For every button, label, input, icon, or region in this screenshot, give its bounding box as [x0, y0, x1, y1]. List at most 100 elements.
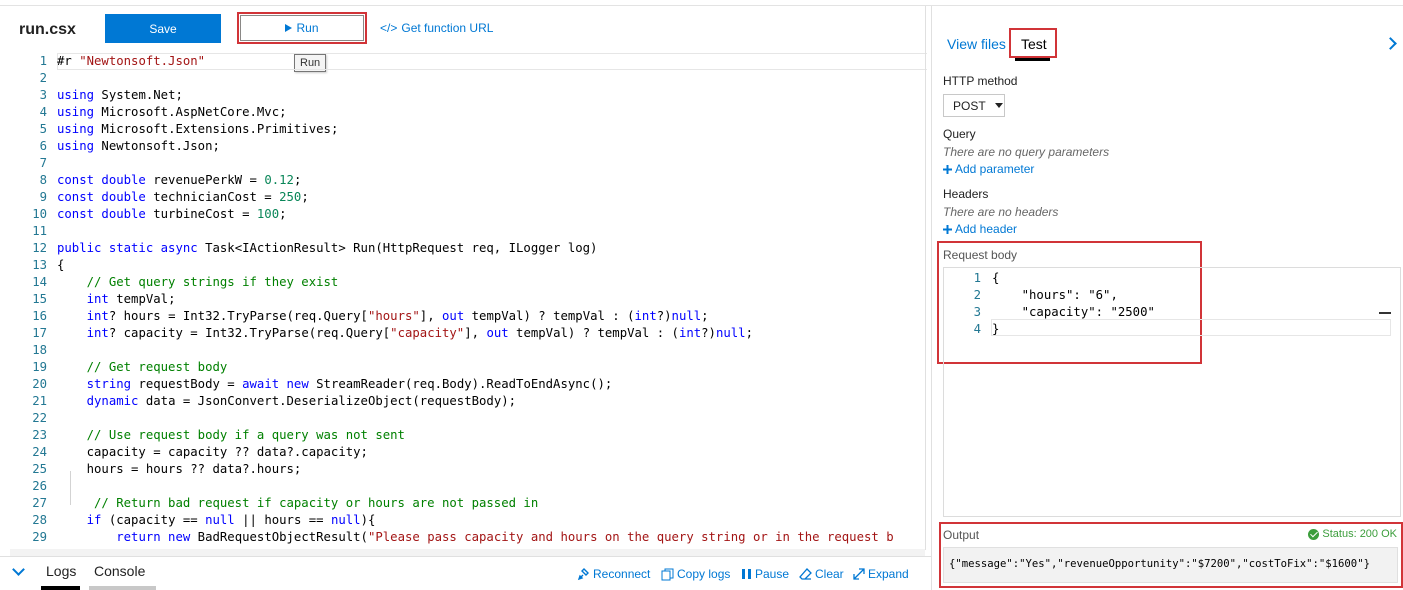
code-token: "capacity" — [390, 326, 465, 340]
caret-down-icon — [994, 103, 1003, 108]
line-number: 16 — [32, 309, 47, 323]
code-token: int — [86, 326, 109, 340]
line-number: 2 — [39, 71, 47, 85]
code-line: 16 int? hours = Int32.TryParse(req.Query… — [10, 308, 927, 325]
output-label: Output — [943, 528, 980, 542]
code-line: 8 const double revenuePerkW = 0.12; — [10, 172, 927, 189]
code-icon: </> — [380, 21, 398, 35]
tab-view-files[interactable]: View files — [947, 36, 1006, 52]
tab-console-underline — [89, 586, 156, 590]
code-text: #r "Newtonsoft.Json" — [57, 53, 205, 70]
reconnect-button[interactable]: Reconnect — [577, 567, 650, 581]
code-token: using — [57, 122, 95, 136]
code-token: null — [205, 513, 235, 527]
save-button[interactable]: Save — [105, 14, 221, 43]
code-text: using Newtonsoft.Json; — [57, 138, 220, 155]
line-number: 23 — [32, 428, 47, 442]
code-token: using — [57, 105, 95, 119]
code-line: 23 // Use request body if a query was no… — [10, 427, 927, 444]
plus-icon — [943, 164, 952, 174]
line-number: 1 — [39, 54, 47, 68]
code-text: int? hours = Int32.TryParse(req.Query["h… — [57, 308, 709, 325]
line-number: 22 — [32, 411, 47, 425]
copy-logs-button[interactable]: Copy logs — [661, 567, 730, 581]
code-line: 7 — [10, 155, 927, 172]
chevron-down-icon[interactable] — [12, 563, 25, 576]
code-editor[interactable]: 1 #r "Newtonsoft.Json" 2 3 using System.Net;… — [10, 53, 927, 549]
add-parameter-link[interactable]: Add parameter — [943, 162, 1034, 176]
line-number: 25 — [32, 462, 47, 476]
headers-label: Headers — [943, 187, 989, 201]
tab-console[interactable]: Console — [94, 563, 145, 579]
code-token: || hours == — [234, 513, 331, 527]
code-token: await new — [242, 377, 309, 391]
request-body-editor[interactable]: 1{2 "hours": "6", 3 "capacity": "2500" 4} — [943, 267, 1401, 517]
code-token: { — [57, 258, 65, 272]
code-token: technicianCost = — [145, 190, 280, 204]
copy-logs-label: Copy logs — [677, 567, 731, 581]
code-token: int — [634, 309, 657, 323]
code-token: Microsoft.Extensions.Primitives; — [94, 122, 339, 136]
code-token: StreamReader(req.Body).ReadToEndAsync(); — [308, 377, 613, 391]
code-token: ], — [464, 326, 487, 340]
clear-button[interactable]: Clear — [799, 567, 844, 581]
code-line: 14 // Get query strings if they exist — [10, 274, 927, 291]
code-token: string — [86, 377, 132, 391]
test-pane: View files Test HTTP method POST Query T… — [931, 6, 1403, 590]
pause-button[interactable]: Pause — [741, 567, 789, 581]
code-token: "Please pass capacity and hours on the q… — [367, 530, 894, 544]
code-text: // Get query strings if they exist — [57, 274, 339, 291]
code-token: using — [57, 139, 95, 153]
code-line: 11 — [10, 223, 927, 240]
expand-button[interactable]: Expand — [853, 567, 909, 581]
request-body-line: 1{ — [944, 270, 1000, 287]
code-token: // Use request body if a query was not s… — [57, 428, 405, 442]
editor-right-border — [925, 6, 926, 550]
line-number: 5 — [39, 122, 47, 136]
chevron-right-icon[interactable] — [1384, 37, 1397, 50]
add-parameter-label: Add parameter — [955, 162, 1035, 176]
code-token: const double — [57, 207, 146, 221]
code-line: 17 int? capacity = Int32.TryParse(req.Qu… — [10, 325, 927, 342]
tab-test[interactable]: Test — [1021, 36, 1047, 52]
clear-icon — [799, 567, 812, 580]
request-body-line: 3 "capacity": "2500" — [944, 304, 1155, 321]
code-line: 21 dynamic data = JsonConvert.Deserializ… — [10, 393, 927, 410]
code-token: 100 — [256, 207, 280, 221]
code-token: 0.12 — [264, 173, 294, 187]
line-number: 19 — [32, 360, 47, 374]
code-token: int — [86, 309, 109, 323]
code-token: data = JsonConvert.DeserializeObject(req… — [138, 394, 517, 408]
code-token: int — [678, 326, 702, 340]
run-button[interactable]: Run — [237, 12, 367, 44]
code-line: 10 const double turbineCost = 100; — [10, 206, 927, 223]
get-function-url-link[interactable]: </> Get function URL — [380, 21, 493, 35]
reconnect-label: Reconnect — [593, 567, 651, 581]
line-number: 15 — [32, 292, 47, 306]
code-token: tempVal) ? tempVal : ( — [508, 326, 679, 340]
add-header-link[interactable]: Add header — [943, 222, 1017, 236]
code-token: const double — [57, 190, 146, 204]
code-line: 19 // Get request body — [10, 359, 927, 376]
code-token: public static async — [57, 241, 198, 255]
line-number: 18 — [32, 343, 47, 357]
code-token: Microsoft.AspNetCore.Mvc; — [94, 105, 287, 119]
code-line: 2 — [10, 70, 927, 87]
code-text: public static async Task<IActionResult> … — [57, 240, 597, 257]
line-number: 13 — [32, 258, 47, 272]
horizontal-scrollbar[interactable] — [10, 549, 925, 556]
query-empty-text: There are no query parameters — [943, 145, 1110, 159]
status-text: Status: 200 OK — [1322, 528, 1397, 540]
code-text: dynamic data = JsonConvert.DeserializeOb… — [57, 393, 516, 410]
http-method-select[interactable]: POST — [943, 94, 1005, 117]
code-line: 9 const double technicianCost = 250; — [10, 189, 927, 206]
code-text: int? capacity = Int32.TryParse(req.Query… — [57, 325, 753, 342]
tab-logs-underline — [41, 586, 80, 590]
tab-logs[interactable]: Logs — [46, 563, 76, 579]
code-line: 22 — [10, 410, 927, 427]
code-token: using — [57, 88, 95, 102]
